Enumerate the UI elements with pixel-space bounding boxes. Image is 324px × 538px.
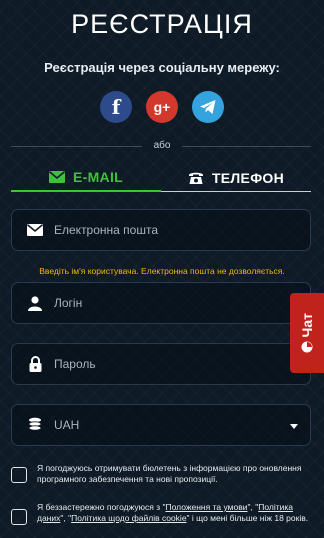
password-field[interactable]: Пароль <box>11 343 311 385</box>
currency-select[interactable]: UAH <box>11 404 311 446</box>
login-placeholder: Логін <box>54 296 83 310</box>
lock-icon <box>26 356 44 372</box>
tab-email[interactable]: E-MAIL <box>11 164 161 192</box>
cookie-policy-link[interactable]: Політика щодо файлів cookie <box>71 513 186 523</box>
terms-consent-text: Я беззастережно погоджуюся з "Положення … <box>37 502 311 525</box>
terms-text-sep: ", " <box>60 513 72 523</box>
coins-icon <box>26 417 44 433</box>
terms-text-prefix: Я беззастережно погоджуюся з " <box>37 502 166 512</box>
email-field[interactable]: Електронна пошта <box>11 209 311 251</box>
telegram-icon <box>200 100 216 114</box>
password-placeholder: Пароль <box>54 357 96 371</box>
or-separator: або <box>142 140 182 151</box>
newsletter-consent-text: Я погоджуюсь отримувати бюлетень з інфор… <box>37 463 302 484</box>
login-field[interactable]: Логін <box>11 282 311 324</box>
phone-icon <box>188 172 203 184</box>
envelope-icon <box>26 224 44 236</box>
user-icon <box>26 295 44 311</box>
terms-link[interactable]: Положення та умови <box>165 502 247 512</box>
email-placeholder: Електронна пошта <box>54 223 159 237</box>
terms-text-suffix: " і що мені більше ніж 18 років. <box>186 513 309 523</box>
terms-checkbox[interactable] <box>11 509 27 525</box>
signup-method-tabs: E-MAIL ТЕЛЕФОН <box>11 164 311 192</box>
currency-value: UAH <box>54 418 80 432</box>
terms-consent: Я беззастережно погоджуюся з "Положення … <box>11 502 311 525</box>
newsletter-checkbox[interactable] <box>11 467 27 483</box>
social-buttons: f g+ <box>0 91 324 123</box>
google-plus-button[interactable]: g+ <box>146 91 178 123</box>
email-error-message: Введіть ім'я користувача. Електронна пош… <box>39 266 285 276</box>
chat-button[interactable]: Чат <box>290 293 324 373</box>
facebook-icon: f <box>111 95 121 119</box>
tab-email-label: E-MAIL <box>72 169 123 185</box>
chevron-down-icon <box>290 424 298 429</box>
facebook-button[interactable]: f <box>100 91 132 123</box>
chat-bubble-icon <box>301 341 313 353</box>
tab-phone[interactable]: ТЕЛЕФОН <box>161 164 311 192</box>
envelope-icon <box>48 171 65 183</box>
social-signup-prompt: Реєстрація через соціальну мережу: <box>44 60 280 75</box>
google-plus-icon: g+ <box>153 99 171 115</box>
terms-text-sep: ", " <box>247 502 259 512</box>
tab-phone-label: ТЕЛЕФОН <box>211 169 285 186</box>
page-title: РЕЄСТРАЦІЯ <box>71 9 253 39</box>
chat-label: Чат <box>299 312 315 338</box>
newsletter-consent: Я погоджуюсь отримувати бюлетень з інфор… <box>11 463 311 485</box>
telegram-button[interactable] <box>192 91 224 123</box>
